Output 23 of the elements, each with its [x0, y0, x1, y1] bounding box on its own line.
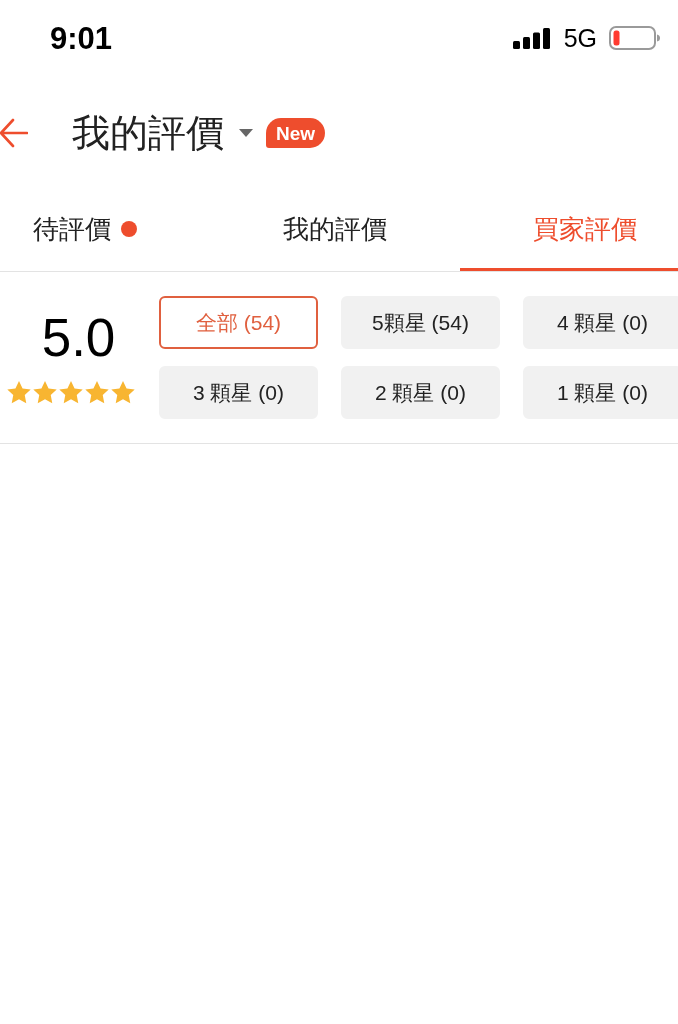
star-icon — [5, 379, 32, 405]
filter-button[interactable]: 2 顆星 (0) — [341, 366, 500, 419]
tab[interactable]: 待評價 — [0, 190, 210, 271]
filter-button[interactable]: 4 顆星 (0) — [523, 296, 678, 349]
filter-button[interactable]: 全部 (54) — [159, 296, 318, 349]
star-icon — [57, 379, 84, 405]
star-icon — [31, 379, 58, 405]
back-arrow-icon[interactable] — [0, 118, 28, 148]
network-label: 5G — [563, 25, 597, 51]
filter-button[interactable]: 3 顆星 (0) — [159, 366, 318, 419]
filter-button[interactable]: 1 顆星 (0) — [523, 366, 678, 419]
tab[interactable]: 買家評價 — [460, 190, 678, 271]
page-title: 我的評價 — [72, 114, 224, 152]
star-icon — [83, 379, 110, 405]
new-badge: New — [266, 118, 326, 148]
filter-button[interactable]: 5顆星 (54) — [341, 296, 500, 349]
caret-down-icon[interactable] — [239, 129, 253, 137]
signal-icon — [512, 27, 551, 49]
tab[interactable]: 我的評價 — [210, 190, 460, 271]
rating-score: 5.0 — [41, 310, 116, 364]
battery-icon — [609, 26, 660, 50]
star-icon — [109, 379, 136, 405]
status-time: 9:01 — [50, 22, 113, 54]
